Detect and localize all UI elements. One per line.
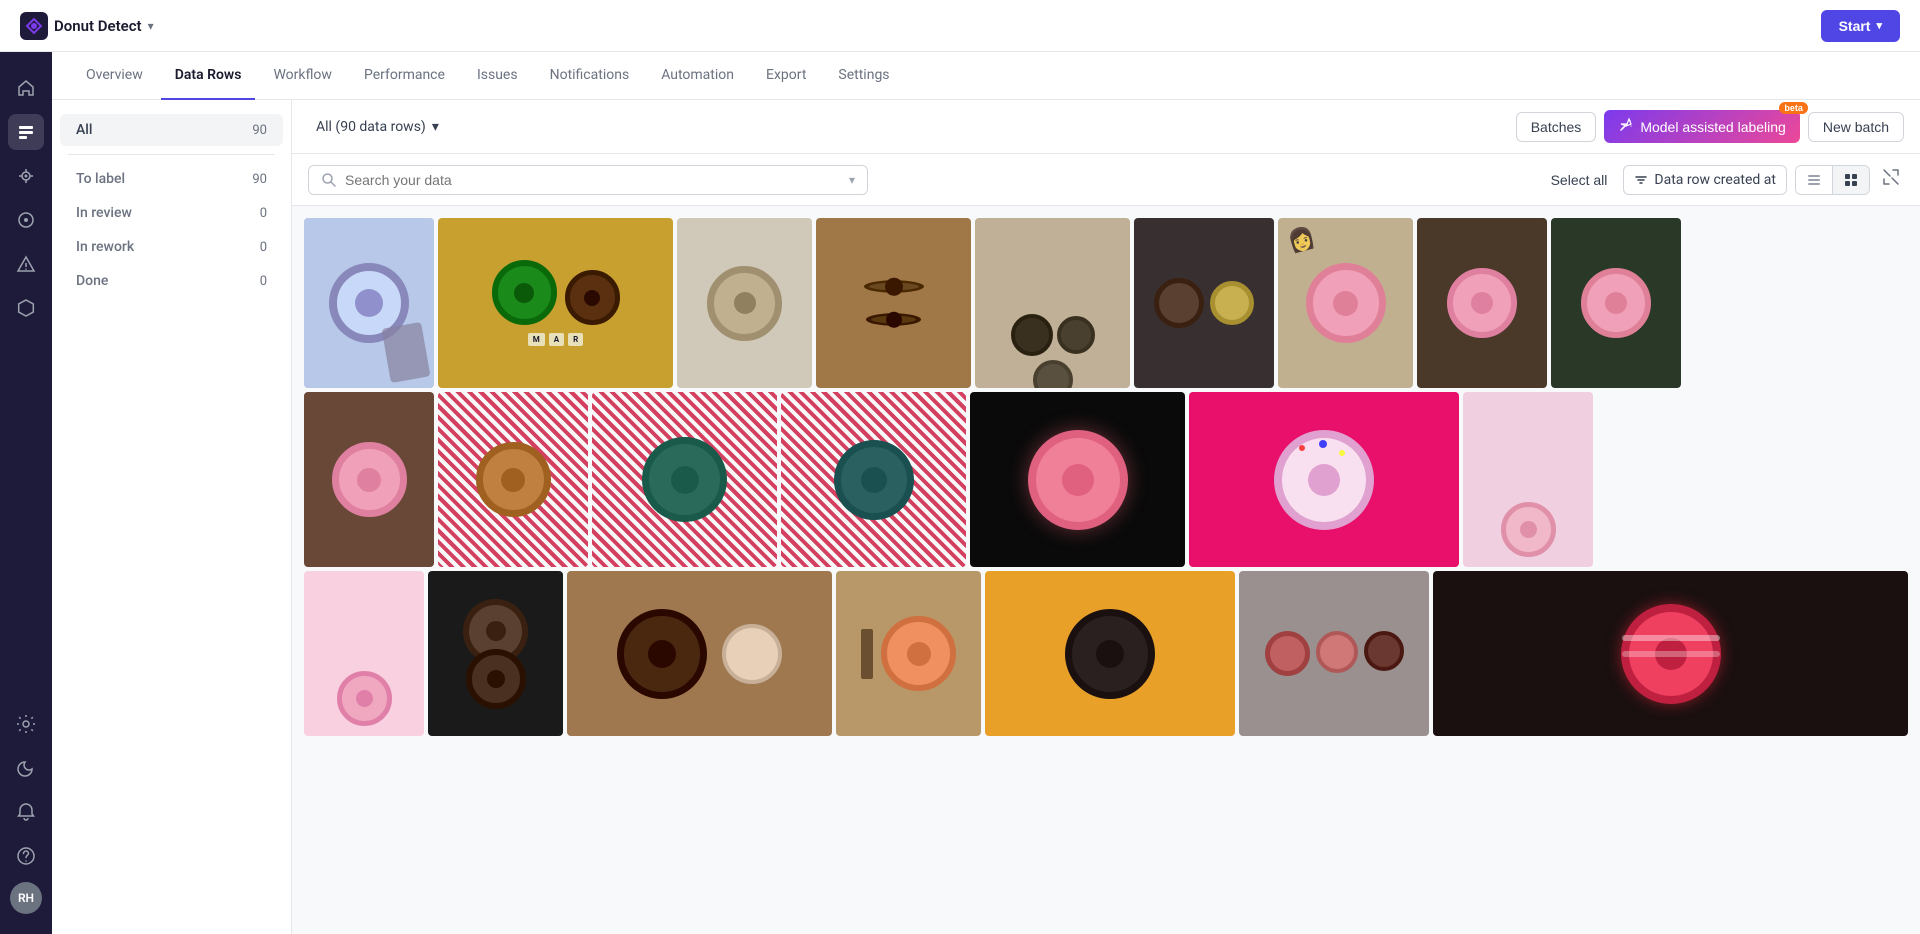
- sidebar-item-label[interactable]: [8, 114, 44, 150]
- grid-item[interactable]: [975, 218, 1130, 388]
- grid-view-button[interactable]: [1833, 166, 1869, 194]
- start-chevron-icon: ▾: [1876, 19, 1882, 32]
- expand-button[interactable]: [1878, 164, 1904, 195]
- grid-item[interactable]: [592, 392, 777, 567]
- sidebar: RH: [0, 0, 52, 934]
- tab-automation[interactable]: Automation: [647, 52, 748, 100]
- search-dropdown-icon[interactable]: ▾: [849, 173, 855, 187]
- grid-item[interactable]: [304, 218, 434, 388]
- content-layout: All 90 To label 90 In review 0 In rework…: [52, 100, 1920, 934]
- tab-export[interactable]: Export: [752, 52, 820, 100]
- data-count-button[interactable]: All (90 data rows) ▾: [308, 115, 447, 139]
- filter-done[interactable]: Done 0: [60, 265, 283, 297]
- sort-icon: [1634, 173, 1648, 187]
- moon-icon[interactable]: [8, 750, 44, 786]
- data-count-chevron-icon: ▾: [432, 119, 439, 135]
- settings-icon[interactable]: [8, 706, 44, 742]
- user-avatar[interactable]: RH: [10, 882, 42, 914]
- filter-divider: [68, 154, 275, 155]
- topbar: Donut Detect ▾ Start ▾: [0, 0, 1920, 52]
- filter-to-label[interactable]: To label 90: [60, 163, 283, 195]
- project-chevron-icon[interactable]: ▾: [148, 19, 154, 33]
- grid-item[interactable]: [781, 392, 966, 567]
- grid-item[interactable]: [1433, 571, 1908, 736]
- filter-in-review[interactable]: In review 0: [60, 197, 283, 229]
- bell-icon[interactable]: [8, 794, 44, 830]
- wand-icon: [1618, 117, 1634, 136]
- sidebar-item-alert[interactable]: [8, 246, 44, 282]
- model-assisted-button[interactable]: Model assisted labeling beta: [1604, 110, 1800, 143]
- grid-item[interactable]: [304, 571, 424, 736]
- toolbar-left: All (90 data rows) ▾: [308, 115, 447, 139]
- grid-row-3: [304, 571, 1908, 736]
- tab-overview[interactable]: Overview: [72, 52, 157, 100]
- tab-settings[interactable]: Settings: [824, 52, 903, 100]
- grid-row-2: [304, 392, 1908, 567]
- list-view-button[interactable]: [1796, 166, 1833, 194]
- grid-item[interactable]: M A R: [438, 218, 673, 388]
- batches-button[interactable]: Batches: [1516, 112, 1597, 142]
- grid-item[interactable]: [970, 392, 1185, 567]
- grid-item[interactable]: [1463, 392, 1593, 567]
- grid-item[interactable]: [1189, 392, 1459, 567]
- grid-item[interactable]: [836, 571, 981, 736]
- tab-data-rows[interactable]: Data Rows: [161, 52, 256, 100]
- search-icon: [321, 172, 337, 188]
- nav-tabs: Overview Data Rows Workflow Performance …: [52, 52, 1920, 100]
- sidebar-item-home[interactable]: [8, 70, 44, 106]
- grid-item[interactable]: [1134, 218, 1274, 388]
- toolbar: All (90 data rows) ▾ Batches Model assis…: [292, 100, 1920, 154]
- grid-row-1: M A R: [304, 218, 1908, 388]
- grid-item[interactable]: [438, 392, 588, 567]
- tab-notifications[interactable]: Notifications: [536, 52, 644, 100]
- topbar-left: Donut Detect ▾: [20, 12, 154, 40]
- grid-item[interactable]: [677, 218, 812, 388]
- sort-button[interactable]: Data row created at: [1623, 165, 1787, 195]
- help-icon[interactable]: [8, 838, 44, 874]
- new-batch-button[interactable]: New batch: [1808, 112, 1904, 142]
- sidebar-item-plugin[interactable]: [8, 290, 44, 326]
- sidebar-item-explore[interactable]: [8, 202, 44, 238]
- grid-item[interactable]: [816, 218, 971, 388]
- grid-item[interactable]: [985, 571, 1235, 736]
- main-content: Overview Data Rows Workflow Performance …: [52, 52, 1920, 934]
- grid-item[interactable]: [1417, 218, 1547, 388]
- project-name: Donut Detect: [54, 17, 142, 35]
- filter-in-rework[interactable]: In rework 0: [60, 231, 283, 263]
- grid-item[interactable]: [1551, 218, 1681, 388]
- sidebar-item-model[interactable]: [8, 158, 44, 194]
- view-toggle: [1795, 165, 1870, 195]
- grid-item[interactable]: [428, 571, 563, 736]
- sidebar-bottom: RH: [8, 706, 44, 914]
- tab-workflow[interactable]: Workflow: [259, 52, 346, 100]
- grid-item[interactable]: [1239, 571, 1429, 736]
- tab-performance[interactable]: Performance: [350, 52, 459, 100]
- filter-all[interactable]: All 90: [60, 114, 283, 146]
- tab-issues[interactable]: Issues: [463, 52, 532, 100]
- search-input[interactable]: [345, 172, 845, 188]
- toolbar-right: Batches Model assisted labeling beta New…: [1516, 110, 1904, 143]
- select-all-button[interactable]: Select all: [1543, 168, 1616, 192]
- image-grid-container: M A R: [292, 206, 1920, 934]
- search-bar: ▾ Select all Data row created at: [292, 154, 1920, 206]
- grid-item[interactable]: [304, 392, 434, 567]
- search-right: Select all Data row created at: [1543, 164, 1904, 195]
- grid-item[interactable]: 👩: [1278, 218, 1413, 388]
- sidebar-icons: [0, 60, 52, 706]
- search-input-wrap[interactable]: ▾: [308, 165, 868, 195]
- right-content: All (90 data rows) ▾ Batches Model assis…: [292, 100, 1920, 934]
- left-panel: All 90 To label 90 In review 0 In rework…: [52, 100, 292, 934]
- grid-item[interactable]: [567, 571, 832, 736]
- beta-badge: beta: [1779, 102, 1808, 114]
- project-logo-icon: [20, 12, 48, 40]
- start-button[interactable]: Start ▾: [1821, 10, 1900, 42]
